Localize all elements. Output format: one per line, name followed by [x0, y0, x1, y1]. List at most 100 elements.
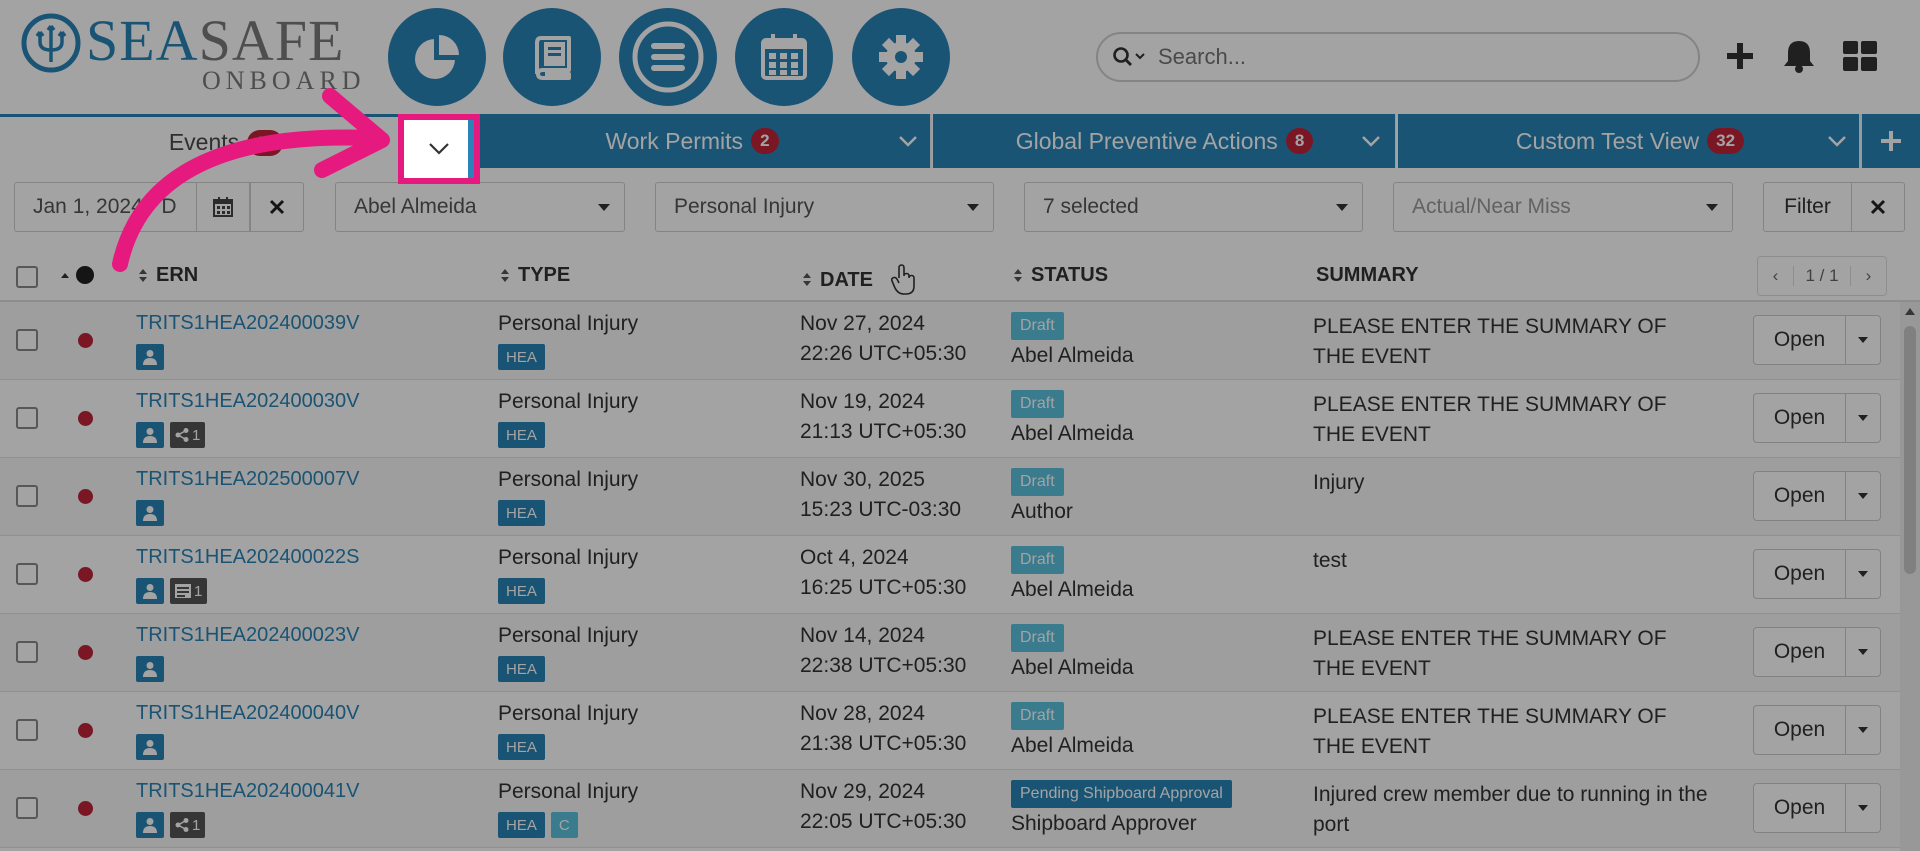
search-box[interactable] — [1096, 32, 1700, 82]
ern-link[interactable]: TRITS1HEA202400041V — [136, 780, 359, 803]
add-button[interactable] — [1720, 36, 1760, 76]
table-row[interactable]: TRITS1HEA202400023V Personal Injury HEA Nov… — [0, 614, 1900, 692]
table-row[interactable]: TRITS1HEA202500007V Personal Injury HEA Nov… — [0, 458, 1900, 536]
priority-sort[interactable] — [60, 266, 94, 284]
tab-events[interactable]: Events 11 — [0, 114, 452, 168]
tab-custom-test-view[interactable]: Custom Test View 32 — [1398, 114, 1862, 168]
column-type[interactable]: TYPE — [500, 264, 570, 287]
ern-link[interactable]: TRITS1HEA202400039V — [136, 312, 359, 335]
column-status[interactable]: STATUS — [1013, 264, 1108, 287]
open-button[interactable]: Open — [1754, 316, 1846, 364]
event-type-select[interactable]: Personal Injury — [655, 182, 994, 232]
person-select[interactable]: Abel Almeida — [335, 182, 625, 232]
linked-count: 1 — [192, 816, 201, 834]
user-badge[interactable] — [136, 344, 164, 370]
date-range-field[interactable]: Jan 1, 2024 - D — [14, 182, 206, 232]
ern-link[interactable]: TRITS1HEA202400040V — [136, 702, 359, 725]
open-button[interactable]: Open — [1754, 394, 1846, 442]
open-dropdown-button[interactable] — [1846, 784, 1880, 832]
tab-label: Work Permits — [605, 127, 744, 154]
ern-link[interactable]: TRITS1HEA202400023V — [136, 624, 359, 647]
open-button[interactable]: Open — [1754, 472, 1846, 520]
open-dropdown-button[interactable] — [1846, 550, 1880, 598]
linked-badge[interactable]: 1 — [170, 812, 206, 838]
row-checkbox[interactable] — [16, 407, 38, 429]
bell-icon — [1784, 41, 1814, 73]
user-badge[interactable] — [136, 578, 164, 604]
open-button[interactable]: Open — [1754, 550, 1846, 598]
nav-book-button[interactable] — [503, 8, 601, 106]
priority-dot-icon — [76, 266, 94, 284]
user-badge[interactable] — [136, 812, 164, 838]
open-dropdown-button[interactable] — [1846, 472, 1880, 520]
select-all-checkbox[interactable] — [16, 266, 38, 288]
user-badge[interactable] — [136, 500, 164, 526]
chevron-down-icon — [1828, 136, 1846, 147]
calendar-picker-button[interactable] — [196, 182, 250, 232]
row-checkbox[interactable] — [16, 485, 38, 507]
nav-menu-button[interactable] — [619, 8, 717, 106]
row-checkbox[interactable] — [16, 329, 38, 351]
notifications-button[interactable] — [1779, 36, 1819, 76]
table-row[interactable]: TRITS1HEA202400039V Personal Injury HEA Nov… — [0, 302, 1900, 380]
table-row[interactable]: TRITS1HEA202400030V 1 Personal Injury HEA No… — [0, 380, 1900, 458]
column-date[interactable]: DATE — [802, 264, 917, 296]
scrollbar[interactable] — [1900, 302, 1920, 851]
row-icons — [136, 344, 164, 370]
row-checkbox[interactable] — [16, 719, 38, 741]
user-badge[interactable] — [136, 734, 164, 760]
user-icon — [143, 818, 157, 833]
row-checkbox[interactable] — [16, 797, 38, 819]
nav-dashboard-button[interactable] — [388, 8, 486, 106]
nav-settings-button[interactable] — [852, 8, 950, 106]
open-dropdown-button[interactable] — [1846, 628, 1880, 676]
table-row[interactable]: TRITS1HEA202400040V Personal Injury HEA Nov… — [0, 692, 1900, 770]
ern-link[interactable]: TRITS1HEA202500007V — [136, 468, 359, 491]
row-checkbox[interactable] — [16, 563, 38, 585]
tab-custom-test-view-dropdown[interactable] — [1812, 114, 1862, 168]
table-row[interactable]: TRITS1HEA202400041V 1 Personal Injury HEA C N… — [0, 770, 1900, 848]
scroll-up-icon[interactable] — [1905, 308, 1915, 315]
open-button[interactable]: Open — [1754, 784, 1846, 832]
event-time: 16:25 UTC+05:30 — [800, 576, 967, 599]
open-button[interactable]: Open — [1754, 706, 1846, 754]
column-ern[interactable]: ERN — [138, 264, 198, 287]
nav-calendar-button[interactable] — [735, 8, 833, 106]
ern-link[interactable]: TRITS1HEA202400022S — [136, 546, 359, 569]
open-dropdown-button[interactable] — [1846, 706, 1880, 754]
share-icon — [175, 818, 189, 832]
status-multiselect[interactable]: 7 selected — [1024, 182, 1363, 232]
row-checkbox[interactable] — [16, 641, 38, 663]
highlighted-tab-dropdown[interactable] — [398, 114, 480, 184]
search-icon[interactable] — [1112, 46, 1148, 68]
event-time: 15:23 UTC-03:30 — [800, 498, 962, 521]
actual-near-miss-select[interactable]: Actual/Near Miss — [1393, 182, 1733, 232]
ern-link[interactable]: TRITS1HEA202400030V — [136, 390, 359, 413]
scrollbar-thumb[interactable] — [1904, 326, 1916, 574]
clear-date-button[interactable] — [250, 182, 304, 232]
linked-badge[interactable]: 1 — [170, 422, 206, 448]
user-badge[interactable] — [136, 422, 164, 448]
attachments-badge[interactable]: 1 — [170, 578, 208, 604]
apps-grid-button[interactable] — [1840, 36, 1880, 76]
prev-page-button[interactable]: ‹ — [1758, 266, 1793, 286]
open-dropdown-button[interactable] — [1846, 316, 1880, 364]
tab-work-permits[interactable]: Work Permits 2 — [452, 114, 932, 168]
open-dropdown-button[interactable] — [1846, 394, 1880, 442]
tab-work-permits-dropdown[interactable] — [883, 114, 933, 168]
table-row[interactable]: TRITS1HEA202400022S 1 Personal Injury HEA Oc… — [0, 536, 1900, 614]
next-page-button[interactable]: › — [1851, 266, 1886, 286]
seasafe-logo[interactable]: SEASAFE ONBOARD — [20, 10, 361, 95]
open-button[interactable]: Open — [1754, 628, 1846, 676]
tab-global-preventive-actions[interactable]: Global Preventive Actions 8 — [933, 114, 1396, 168]
clear-filters-button[interactable] — [1851, 182, 1905, 232]
user-badge[interactable] — [136, 656, 164, 682]
search-input[interactable] — [1158, 44, 1658, 70]
caret-down-icon — [1858, 493, 1868, 499]
filter-button[interactable]: Filter — [1763, 182, 1852, 232]
hand-cursor-icon — [890, 264, 915, 295]
tab-global-preventive-actions-dropdown[interactable] — [1346, 114, 1396, 168]
plus-icon — [1881, 131, 1901, 151]
add-tab-button[interactable] — [1862, 114, 1920, 168]
status-owner: Author — [1011, 500, 1073, 523]
